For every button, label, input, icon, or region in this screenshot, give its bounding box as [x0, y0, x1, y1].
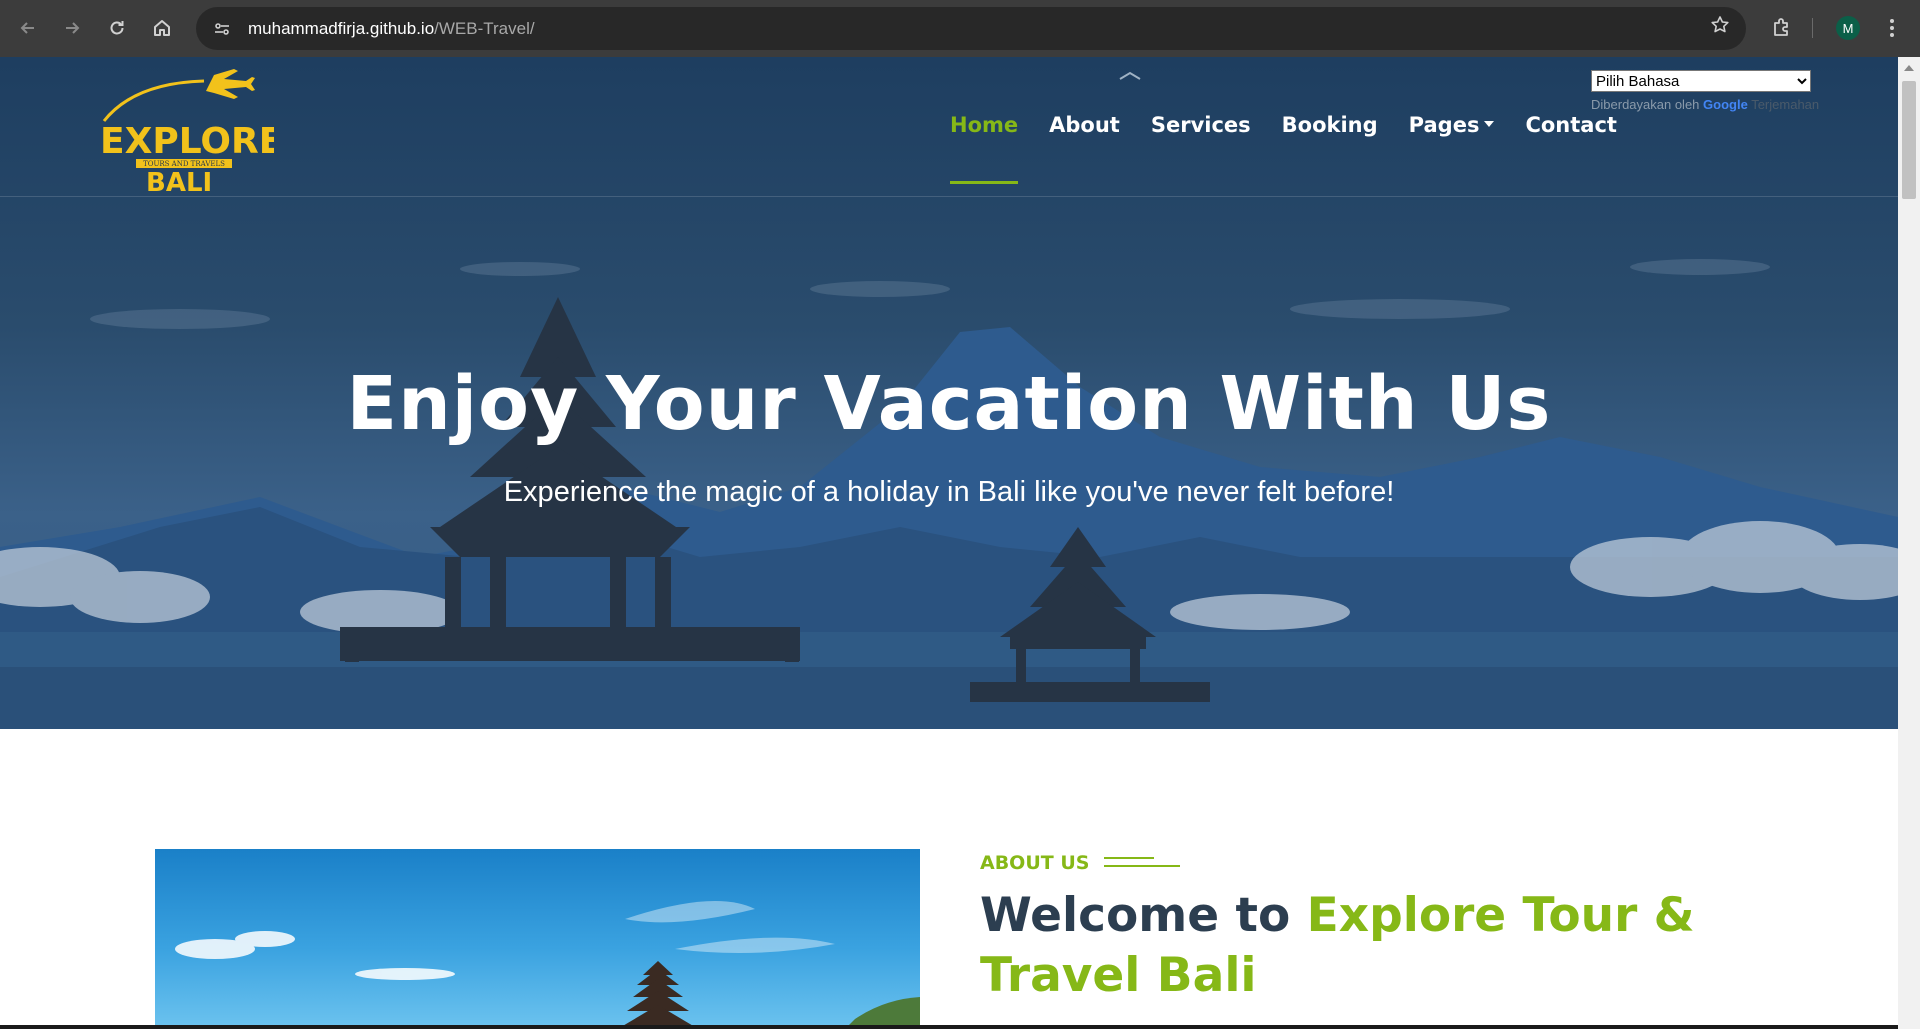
home-icon[interactable]	[144, 10, 180, 46]
powered-by-text: Diberdayakan oleh	[1591, 97, 1700, 112]
nav-booking[interactable]: Booking	[1282, 113, 1378, 137]
browser-toolbar: muhammadfirja.github.io/WEB-Travel/ M	[0, 0, 1920, 57]
profile-avatar[interactable]: M	[1836, 16, 1860, 40]
url-path: /WEB-Travel/	[434, 18, 535, 38]
nav-home[interactable]: Home	[950, 113, 1019, 184]
google-translate-widget: Pilih Bahasa Diberdayakan oleh Google Te…	[1591, 70, 1819, 112]
about-label-decoration	[1104, 857, 1180, 869]
about-image	[155, 849, 920, 1029]
nav-about[interactable]: About	[1049, 113, 1120, 137]
explore-bali-logo[interactable]: EXPLORE TOURS AND TRAVELS BALI	[94, 63, 274, 193]
url-text: muhammadfirja.github.io/WEB-Travel/	[248, 19, 535, 39]
window-bottom-edge	[0, 1025, 1898, 1029]
about-title: Welcome to Explore Tour & Travel Bali	[980, 886, 1780, 1006]
logo-explore-text: EXPLORE	[100, 121, 274, 162]
hero-subtitle: Experience the magic of a holiday in Bal…	[503, 476, 1395, 508]
translate-link[interactable]: Terjemahan	[1751, 97, 1819, 112]
scroll-up-icon[interactable]	[1904, 65, 1914, 71]
nav-pages[interactable]: Pages	[1409, 113, 1495, 137]
bookmark-star-icon[interactable]	[1710, 15, 1730, 41]
forward-icon[interactable]	[54, 10, 90, 46]
site-info-icon[interactable]	[204, 15, 240, 43]
url-host: muhammadfirja.github.io	[248, 18, 435, 38]
about-section-label: ABOUT US	[980, 852, 1090, 874]
caret-down-icon	[1484, 121, 1495, 127]
airplane-icon	[206, 69, 255, 99]
logo-bali-text: BALI	[146, 168, 212, 193]
address-bar[interactable]: muhammadfirja.github.io/WEB-Travel/	[196, 7, 1746, 50]
back-icon[interactable]	[10, 10, 46, 46]
about-title-prefix: Welcome to	[980, 888, 1307, 943]
hero-title: Enjoy Your Vacation With Us	[346, 361, 1552, 447]
page-scrollbar[interactable]	[1898, 57, 1920, 1029]
language-select[interactable]: Pilih Bahasa	[1591, 70, 1811, 92]
about-temple-photo	[175, 901, 920, 1029]
nav-services[interactable]: Services	[1151, 113, 1251, 137]
navbar-divider	[0, 196, 1898, 197]
hero-section: EXPLORE TOURS AND TRAVELS BALI Home Abou…	[0, 57, 1898, 729]
reload-icon[interactable]	[99, 10, 135, 46]
toolbar-divider	[1812, 18, 1813, 38]
powered-by-google: Diberdayakan oleh Google Terjemahan	[1591, 97, 1819, 112]
nav-pages-label: Pages	[1408, 113, 1480, 137]
google-logo-text[interactable]: Google	[1703, 97, 1748, 112]
more-menu-icon[interactable]	[1880, 14, 1904, 42]
logo-tagline-text: TOURS AND TRAVELS	[143, 160, 225, 168]
scrollbar-thumb[interactable]	[1902, 81, 1916, 199]
extensions-icon[interactable]	[1766, 12, 1798, 44]
main-navigation: Home About Services Booking Pages Contac…	[950, 113, 1648, 184]
nav-contact[interactable]: Contact	[1525, 113, 1617, 137]
